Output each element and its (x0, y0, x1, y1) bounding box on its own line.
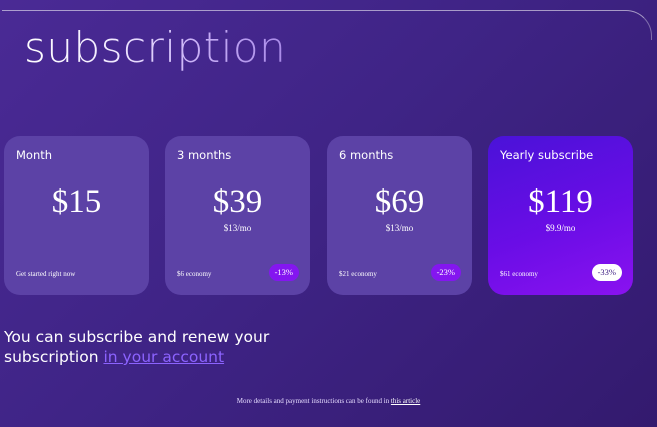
plan-per-month: $9.9/mo (545, 223, 576, 233)
plan-note: Get started right now (16, 270, 76, 278)
plan-note: $61 economy (500, 270, 538, 278)
plan-note: $6 economy (177, 270, 212, 278)
plan-price: $15 (51, 184, 102, 220)
discount-badge: -33% (591, 264, 622, 281)
plan-card-month[interactable]: Month $15 Get started right now (4, 136, 149, 295)
plan-name: 6 months (339, 148, 394, 162)
plan-price: $119 (528, 184, 593, 220)
plan-per-month: $13/mo (223, 223, 252, 233)
discount-badge: -23% (430, 264, 461, 281)
plan-name: Month (16, 148, 53, 162)
plan-name: Yearly subscribe (500, 148, 594, 162)
plan-card-6-months[interactable]: 6 months $69 $13/mo $21 economy -23% (327, 136, 472, 295)
plan-note: $21 economy (339, 270, 377, 278)
plan-price: $69 (374, 184, 425, 220)
discount-badge: -13% (268, 264, 299, 281)
renew-info: You can subscribe and renew your subscri… (4, 327, 324, 367)
account-link[interactable]: in your account (103, 348, 224, 366)
plan-price: $39 (212, 184, 263, 220)
article-link[interactable]: this article (391, 397, 420, 405)
footer-note: More details and payment instructions ca… (0, 397, 657, 405)
footer-text: More details and payment instructions ca… (236, 397, 391, 405)
plan-per-month: $13/mo (385, 223, 414, 233)
plan-card-3-months[interactable]: 3 months $39 $13/mo $6 economy -13% (165, 136, 310, 295)
page-title: subscription (24, 23, 287, 72)
plan-name: 3 months (177, 148, 232, 162)
plan-card-yearly[interactable]: Yearly subscribe $119 $9.9/mo $61 econom… (488, 136, 633, 295)
